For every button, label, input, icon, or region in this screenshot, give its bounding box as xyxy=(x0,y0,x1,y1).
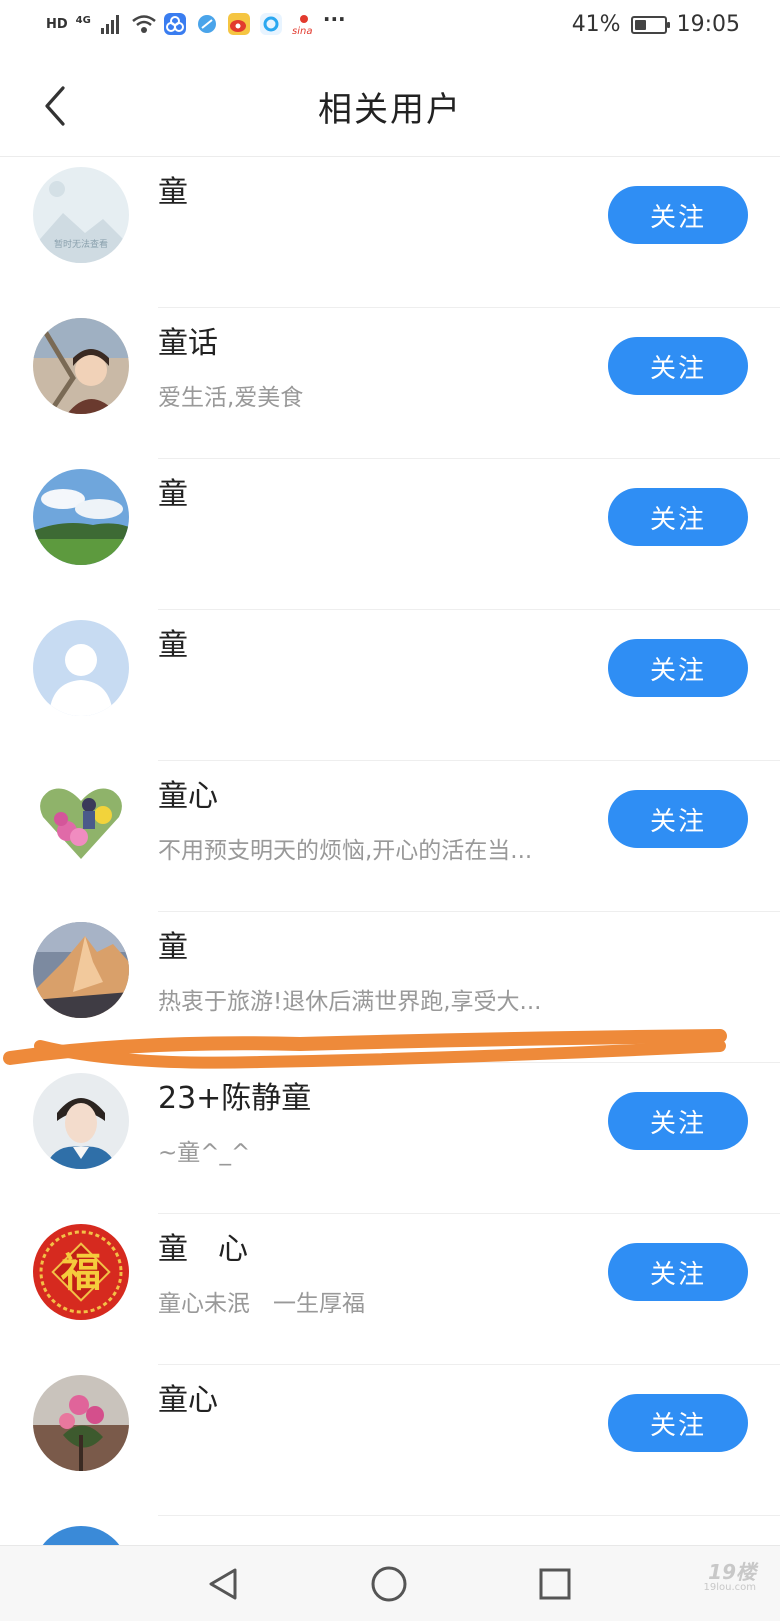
follow-button[interactable]: 关注 xyxy=(608,1092,748,1150)
app-icon xyxy=(163,12,187,36)
avatar[interactable]: 暂时无法查看 xyxy=(33,167,129,263)
avatar[interactable] xyxy=(33,1526,129,1545)
fu-character-icon: 福 xyxy=(33,1224,129,1320)
placeholder-image-icon: 暂时无法查看 xyxy=(33,167,129,263)
user-name[interactable]: 童话 xyxy=(158,318,218,362)
user-row[interactable]: 23+陈静童 ~童^_^ 关注 xyxy=(0,1063,780,1214)
follow-button[interactable]: 关注 xyxy=(608,1243,748,1301)
clock: 19:05 xyxy=(676,12,740,37)
wifi-icon xyxy=(131,12,156,36)
status-bar: HD 4G sina ··· 41% 19:05 xyxy=(0,0,780,56)
photo-flowers-icon xyxy=(33,1375,129,1471)
user-bio: 爱生活,爱美食 xyxy=(158,385,304,411)
user-row[interactable]: 童 关注 xyxy=(0,459,780,610)
watermark-main: 19楼 xyxy=(708,1560,756,1584)
user-name[interactable]: 童心 xyxy=(158,771,218,815)
square-recent-icon xyxy=(539,1568,571,1600)
system-nav-bar: 19楼 19lou.com xyxy=(0,1545,780,1621)
fu-character: 福 xyxy=(60,1250,101,1296)
follow-button[interactable]: 关注 xyxy=(608,337,748,395)
user-name[interactable]: 童 xyxy=(158,167,188,211)
user-row[interactable]: 童话 爱生活,爱美食 关注 xyxy=(0,308,780,459)
follow-button[interactable]: 关注 xyxy=(608,186,748,244)
battery-icon xyxy=(630,15,670,34)
user-name[interactable]: 童 xyxy=(158,620,188,664)
photo-young-man-icon xyxy=(33,1073,129,1169)
signal-label: 4G xyxy=(75,14,91,26)
user-row[interactable]: 童心 不用预支明天的烦恼,开心的活在当... 关注 xyxy=(0,761,780,912)
photo-heart-flowers-icon xyxy=(33,771,129,867)
photo-landscape-icon xyxy=(33,469,129,565)
avatar[interactable] xyxy=(33,620,129,716)
user-name[interactable]: 童 xyxy=(158,469,188,513)
user-name[interactable]: 童心 xyxy=(158,1375,218,1419)
photo-woman-icon xyxy=(33,318,129,414)
user-name[interactable]: 童 心 xyxy=(158,1224,248,1268)
svg-text:sina: sina xyxy=(292,26,312,36)
avatar[interactable] xyxy=(33,1073,129,1169)
user-row[interactable]: 福 童 心 童心未泯 一生厚福 关注 xyxy=(0,1214,780,1365)
user-row[interactable]: 暂时无法查看 童 关注 xyxy=(0,157,780,308)
triangle-back-icon xyxy=(209,1568,237,1600)
avatar[interactable] xyxy=(33,922,129,1018)
user-bio: ~童^_^ xyxy=(158,1140,251,1166)
follow-button[interactable]: 关注 xyxy=(608,639,748,697)
avatar-caption: 暂时无法查看 xyxy=(54,238,108,250)
follow-button[interactable]: 关注 xyxy=(608,1394,748,1452)
avatar[interactable] xyxy=(33,318,129,414)
default-person-icon xyxy=(33,620,129,716)
user-bio: 不用预支明天的烦恼,开心的活在当... xyxy=(158,838,533,864)
avatar[interactable] xyxy=(33,1375,129,1471)
signal-bars-icon xyxy=(99,12,123,36)
watermark-sub: 19lou.com xyxy=(703,1582,757,1593)
photo-mountain-icon xyxy=(33,922,129,1018)
user-row[interactable]: 童心 关注 xyxy=(0,1365,780,1516)
network-label: HD xyxy=(46,16,68,32)
watermark: 19楼 19lou.com xyxy=(704,1562,757,1594)
weibo-icon xyxy=(227,12,251,36)
avatar-partial-icon xyxy=(33,1526,129,1545)
user-bio: 童心未泯 一生厚福 xyxy=(158,1291,365,1317)
battery-percent: 41% xyxy=(571,12,621,37)
avatar[interactable]: 福 xyxy=(33,1224,129,1320)
sina-icon: sina xyxy=(291,12,315,37)
user-row[interactable]: 童 关注 xyxy=(0,610,780,761)
user-name[interactable]: 童 xyxy=(158,922,188,966)
user-name[interactable]: 23+陈静童 xyxy=(158,1073,311,1117)
user-row[interactable] xyxy=(0,1516,780,1545)
follow-button[interactable]: 关注 xyxy=(608,488,748,546)
search-app-icon xyxy=(259,12,283,36)
nav-recent-button[interactable] xyxy=(532,1562,578,1606)
nav-back-button[interactable] xyxy=(200,1562,246,1606)
avatar[interactable] xyxy=(33,771,129,867)
user-list[interactable]: 暂时无法查看 童 关注 童话 爱生活,爱美食 关注 童 关注 童 关注 童心 不… xyxy=(0,157,780,1545)
header: 相关用户 xyxy=(0,56,780,157)
status-right: 41% 19:05 xyxy=(572,12,740,37)
avatar[interactable] xyxy=(33,469,129,565)
page-title: 相关用户 xyxy=(318,90,462,130)
follow-button[interactable]: 关注 xyxy=(608,790,748,848)
nav-home-button[interactable] xyxy=(366,1562,412,1606)
user-row[interactable]: 童 热衷于旅游!退休后满世界跑,享受大... xyxy=(0,912,780,1063)
browser-icon xyxy=(195,12,219,36)
status-left: HD 4G sina ··· xyxy=(46,7,346,37)
circle-home-icon xyxy=(371,1566,407,1602)
user-bio: 热衷于旅游!退休后满世界跑,享受大... xyxy=(158,989,542,1015)
more-status-icon: ··· xyxy=(322,7,346,31)
